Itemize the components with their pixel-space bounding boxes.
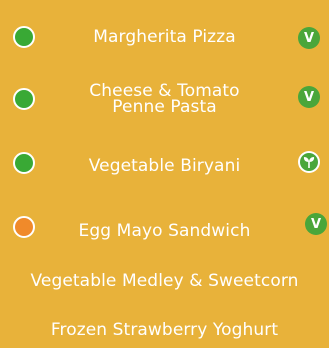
menu-item[interactable]: Margherita Pizza V <box>0 0 329 60</box>
vegetarian-v-icon: V <box>298 27 320 49</box>
menu-item-label: Egg Mayo Sandwich <box>78 221 251 241</box>
menu-item-label: Vegetable Biryani <box>88 156 241 176</box>
menu-list: Margherita Pizza V Cheese & Tomato Penne… <box>0 0 329 348</box>
menu-item-label: Vegetable Medley & Sweetcorn <box>30 271 299 291</box>
status-dot-green <box>13 88 35 110</box>
vegetarian-v-icon: V <box>298 86 320 108</box>
vegan-leaf-icon <box>298 151 320 173</box>
status-dot-green <box>13 26 35 48</box>
menu-item[interactable]: Vegetable Medley & Sweetcorn <box>0 262 329 302</box>
menu-item-label-line2: Penne Pasta <box>112 97 217 117</box>
menu-item[interactable]: Egg Mayo Sandwich V <box>0 208 329 254</box>
status-dot-green <box>13 152 35 174</box>
menu-item[interactable]: Vegetable Biryani <box>0 140 329 190</box>
status-dot-orange <box>13 216 35 238</box>
menu-item-label: Margherita Pizza <box>93 27 236 47</box>
menu-item[interactable]: Frozen Strawberry Yoghurt <box>0 310 329 348</box>
menu-item-label: Frozen Strawberry Yoghurt <box>50 320 279 340</box>
menu-item[interactable]: Cheese & Tomato Penne Pasta V <box>0 72 329 128</box>
vegetarian-v-icon: V <box>305 213 327 235</box>
